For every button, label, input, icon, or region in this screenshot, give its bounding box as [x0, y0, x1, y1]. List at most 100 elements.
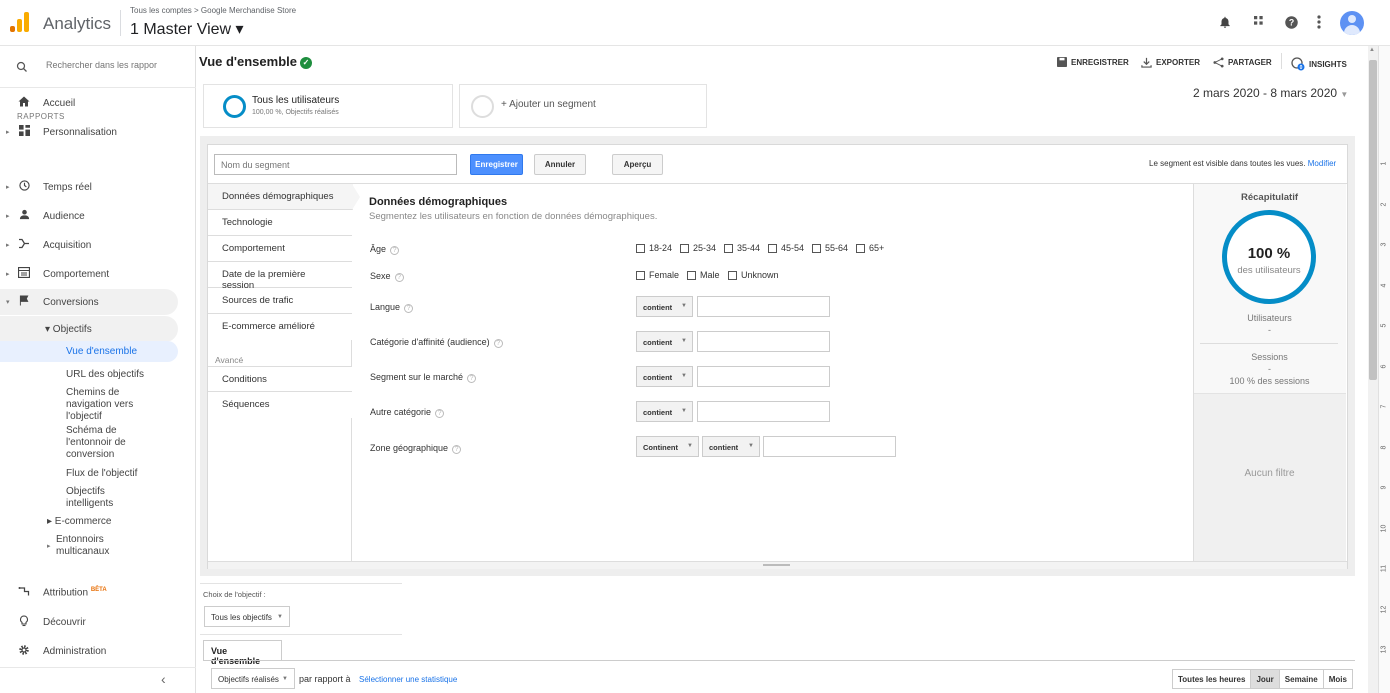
analytics-logo-icon[interactable] — [10, 12, 30, 32]
tab-conditions[interactable]: Conditions — [208, 366, 352, 392]
sidebar-footer — [0, 667, 196, 693]
sidebar-item-personnalisation[interactable]: ▸ Personnalisation — [0, 119, 196, 145]
tab-traffic-sources[interactable]: Sources de trafic — [208, 288, 352, 314]
scrollbar-thumb[interactable] — [1369, 60, 1377, 380]
search-icon — [16, 61, 27, 72]
sidebar-item-intelligents[interactable]: Objectifs intelligents — [66, 486, 146, 510]
help-icon[interactable]: ? — [493, 339, 503, 348]
sidebar-item-comportement[interactable]: ▸ Comportement — [0, 261, 196, 287]
sidebar-item-audience[interactable]: ▸ Audience — [0, 203, 196, 229]
help-icon[interactable]: ? — [394, 273, 404, 282]
checkbox-sex-unknown[interactable]: Unknown — [728, 270, 779, 280]
metric-select[interactable]: Objectifs réalisés ▼ — [211, 668, 295, 689]
help-icon[interactable]: ? — [435, 409, 445, 418]
avatar[interactable] — [1340, 11, 1364, 35]
date-range-picker[interactable]: 2 mars 2020 - 8 mars 2020 ▼ — [1193, 86, 1348, 100]
view-selector[interactable]: 1 Master View ▾ — [130, 19, 244, 39]
checkbox-age-18-24[interactable]: 18-24 — [636, 243, 672, 253]
add-segment-card[interactable]: + Ajouter un segment — [459, 84, 707, 128]
language-operator-select[interactable]: contient ▼ — [636, 296, 693, 317]
segment-cancel-button[interactable]: Annuler — [534, 154, 586, 175]
checkbox-age-25-34[interactable]: 25-34 — [680, 243, 716, 253]
verified-check-icon: ✓ — [299, 57, 312, 69]
help-icon[interactable]: ? — [390, 246, 400, 255]
geo-operator-select[interactable]: contient ▼ — [702, 436, 760, 457]
geo-value-input[interactable] — [763, 436, 896, 457]
divider — [200, 634, 402, 635]
export-button[interactable]: EXPORTER — [1141, 57, 1200, 68]
ruler-number: 11 — [1380, 564, 1388, 573]
sidebar-item-entonnoirs[interactable]: Entonnoirs multicanaux — [56, 534, 136, 558]
sidebar-item-schema[interactable]: Schéma de l'entonnoir de conversion — [66, 425, 158, 461]
tab-demographics[interactable]: Données démographiques — [208, 184, 353, 210]
select-metric-link[interactable]: Sélectionner une statistique — [359, 675, 457, 684]
other-category-value-input[interactable] — [697, 401, 830, 422]
checkbox-sex-female[interactable]: Female — [636, 270, 679, 280]
tab-technology[interactable]: Technologie — [208, 210, 352, 236]
checkbox-sex-male[interactable]: Male — [687, 270, 720, 280]
download-icon — [1141, 57, 1152, 68]
checkbox-age-45-54[interactable]: 45-54 — [768, 243, 804, 253]
sidebar-item-objectifs[interactable]: ▾ Objectifs — [0, 316, 178, 342]
more-menu-icon[interactable] — [1310, 13, 1328, 31]
affinity-operator-select[interactable]: contient ▼ — [636, 331, 693, 352]
help-icon[interactable]: ? — [452, 445, 462, 454]
period-week[interactable]: Semaine — [1280, 670, 1324, 688]
breadcrumb[interactable]: Tous les comptes > Google Merchandise St… — [130, 6, 296, 15]
tab-overview[interactable]: Vue d'ensemble — [203, 640, 282, 666]
sidebar-item-chemins[interactable]: Chemins de navigation vers l'objectif — [66, 387, 162, 423]
share-button[interactable]: PARTAGER — [1213, 57, 1272, 68]
geo-dimension-select[interactable]: Continent ▼ — [636, 436, 699, 457]
bell-icon[interactable] — [1216, 13, 1234, 31]
segment-preview-button[interactable]: Aperçu — [612, 154, 663, 175]
language-value-input[interactable] — [697, 296, 830, 317]
divider — [208, 183, 1347, 184]
tab-first-session-date[interactable]: Date de la première session — [208, 262, 352, 291]
sidebar-item-attribution[interactable]: Attribution BÊTA — [0, 580, 196, 606]
segment-name-input[interactable] — [214, 154, 457, 175]
tab-sequences[interactable]: Séquences — [208, 392, 352, 418]
collapse-sidebar-icon[interactable]: ‹ — [161, 671, 166, 687]
acquisition-icon — [16, 238, 32, 252]
segment-save-button[interactable]: Enregistrer — [470, 154, 523, 175]
help-icon[interactable]: ? — [1282, 13, 1300, 31]
lightbulb-icon — [16, 614, 32, 630]
sidebar-item-flux[interactable]: Flux de l'objectif — [66, 468, 176, 480]
sidebar-search[interactable] — [0, 46, 196, 88]
affinity-value-input[interactable] — [697, 331, 830, 352]
divider — [203, 660, 1355, 661]
goal-select[interactable]: Tous les objectifs ▼ — [204, 606, 290, 627]
tab-enhanced-ecommerce[interactable]: E-commerce amélioré — [208, 314, 352, 340]
segment-card-all-users[interactable]: Tous les utilisateurs 100,00 %, Objectif… — [203, 84, 453, 128]
ruler-number: 2 — [1380, 202, 1388, 206]
sidebar-item-ecommerce[interactable]: ▸ E-commerce — [47, 516, 167, 528]
window-icon — [16, 266, 32, 281]
checkbox-age-65-plus[interactable]: 65+ — [856, 243, 884, 253]
checkbox-age-55-64[interactable]: 55-64 — [812, 243, 848, 253]
help-icon[interactable]: ? — [404, 304, 414, 313]
modify-link[interactable]: Modifier — [1308, 159, 1336, 168]
insights-button[interactable]: 0 INSIGHTS — [1291, 57, 1347, 71]
in-market-value-input[interactable] — [697, 366, 830, 387]
apps-grid-icon[interactable] — [1251, 13, 1269, 31]
period-month[interactable]: Mois — [1324, 670, 1352, 688]
period-day[interactable]: Jour — [1251, 670, 1280, 688]
search-input[interactable] — [46, 60, 176, 70]
ruler-number: 7 — [1380, 404, 1388, 409]
scroll-up-icon[interactable]: ▲ — [1369, 47, 1375, 53]
sidebar-item-acquisition[interactable]: ▸ Acquisition — [0, 232, 196, 258]
sidebar-item-vue-ensemble[interactable]: Vue d'ensemble — [0, 341, 178, 362]
tab-behavior[interactable]: Comportement — [208, 236, 352, 262]
period-hourly[interactable]: Toutes les heures — [1173, 670, 1252, 688]
other-category-operator-select[interactable]: contient ▼ — [636, 401, 693, 422]
save-report-button[interactable]: ENREGISTRER — [1057, 57, 1129, 67]
dashboard-icon — [16, 125, 32, 139]
sidebar-item-conversions[interactable]: ▾ Conversions — [0, 289, 178, 315]
help-icon[interactable]: ? — [467, 374, 477, 383]
sidebar-item-administration[interactable]: Administration — [0, 638, 196, 664]
checkbox-age-35-44[interactable]: 35-44 — [724, 243, 760, 253]
sidebar-item-temps-reel[interactable]: ▸ Temps réel — [0, 174, 196, 200]
in-market-operator-select[interactable]: contient ▼ — [636, 366, 693, 387]
sidebar-item-url-objectifs[interactable]: URL des objectifs — [66, 369, 176, 381]
sidebar-item-decouvrir[interactable]: Découvrir — [0, 609, 196, 635]
